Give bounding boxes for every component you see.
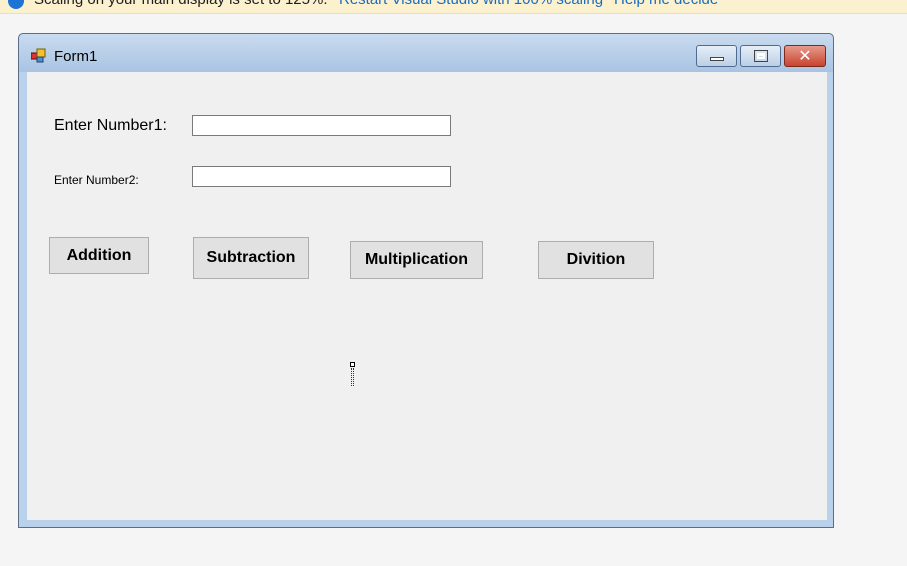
close-icon: ✕ [798, 48, 812, 65]
help-me-decide-link[interactable]: Help me decide [614, 0, 718, 8]
number1-input[interactable] [192, 115, 451, 136]
number2-input[interactable] [192, 166, 451, 187]
form-client-area: Enter Number1: Enter Number2: Addition S… [27, 72, 827, 520]
maximize-icon [754, 50, 768, 62]
info-icon [8, 0, 24, 9]
division-button[interactable]: Divition [538, 241, 654, 279]
scaling-infobar: Scaling on your main display is set to 1… [0, 0, 907, 14]
window-title: Form1 [54, 48, 98, 65]
addition-button[interactable]: Addition [49, 237, 149, 274]
restart-scaling-link[interactable]: Restart Visual Studio with 100% scaling [339, 0, 603, 8]
selected-empty-control[interactable] [350, 362, 355, 387]
close-button[interactable]: ✕ [784, 45, 826, 67]
title-bar[interactable]: Form1 ✕ [19, 34, 833, 72]
selection-outline [351, 368, 354, 386]
resize-handle[interactable] [350, 362, 355, 367]
minimize-icon [710, 57, 724, 61]
form-app-icon [31, 48, 46, 63]
subtraction-button[interactable]: Subtraction [193, 237, 309, 279]
maximize-button[interactable] [740, 45, 781, 67]
multiplication-button[interactable]: Multiplication [350, 241, 483, 279]
minimize-button[interactable] [696, 45, 737, 67]
infobar-message: Scaling on your main display is set to 1… [34, 0, 328, 8]
enter-number1-label: Enter Number1: [54, 117, 167, 134]
enter-number2-label: Enter Number2: [54, 173, 139, 187]
form1-window: Form1 ✕ Enter Number1: Enter Number2: Ad… [18, 33, 834, 528]
